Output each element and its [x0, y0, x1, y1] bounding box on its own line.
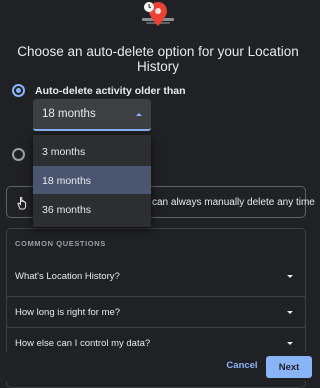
dropdown-option-36-months[interactable]: 36 months [33, 195, 151, 223]
hand-pointer-icon [17, 196, 27, 210]
info-text: can always manually delete any time [152, 197, 315, 208]
location-pin-illustration-icon [142, 2, 174, 26]
dialog-footer: Cancel Next [0, 352, 316, 381]
keep-until-delete-option[interactable] [12, 148, 25, 161]
faq-question: What's Location History? [15, 271, 120, 282]
auto-delete-option-label: Auto-delete activity older than [35, 84, 186, 97]
cancel-button[interactable]: Cancel [222, 354, 262, 376]
dropdown-option-label: 36 months [42, 204, 92, 216]
period-dropdown-menu: 3 months 18 months 36 months [33, 135, 151, 227]
faq-item[interactable]: How long is right for me? [7, 296, 305, 327]
next-button[interactable]: Next [266, 356, 312, 378]
faq-question: How long is right for me? [15, 307, 121, 318]
auto-delete-radio[interactable] [12, 84, 25, 97]
chevron-down-icon [287, 275, 293, 278]
auto-delete-option[interactable]: Auto-delete activity older than [12, 84, 186, 97]
dropdown-option-3-months[interactable]: 3 months [33, 137, 151, 165]
select-current-value: 18 months [42, 108, 96, 120]
dropdown-option-18-months[interactable]: 18 months [33, 166, 151, 194]
keep-until-delete-radio[interactable] [12, 148, 25, 161]
chevron-down-icon [287, 342, 293, 345]
dropdown-option-label: 18 months [42, 175, 92, 187]
common-questions-title: COMMON QUESTIONS [15, 239, 106, 248]
chevron-down-icon [287, 311, 293, 314]
dropdown-option-label: 3 months [42, 146, 86, 158]
page-heading: Choose an auto-delete option for your Lo… [17, 44, 299, 74]
chevron-up-icon [136, 113, 142, 116]
faq-question: How else can I control my data? [15, 338, 151, 349]
faq-item[interactable]: What's Location History? [7, 261, 305, 291]
auto-delete-period-select[interactable]: 18 months [33, 99, 151, 131]
